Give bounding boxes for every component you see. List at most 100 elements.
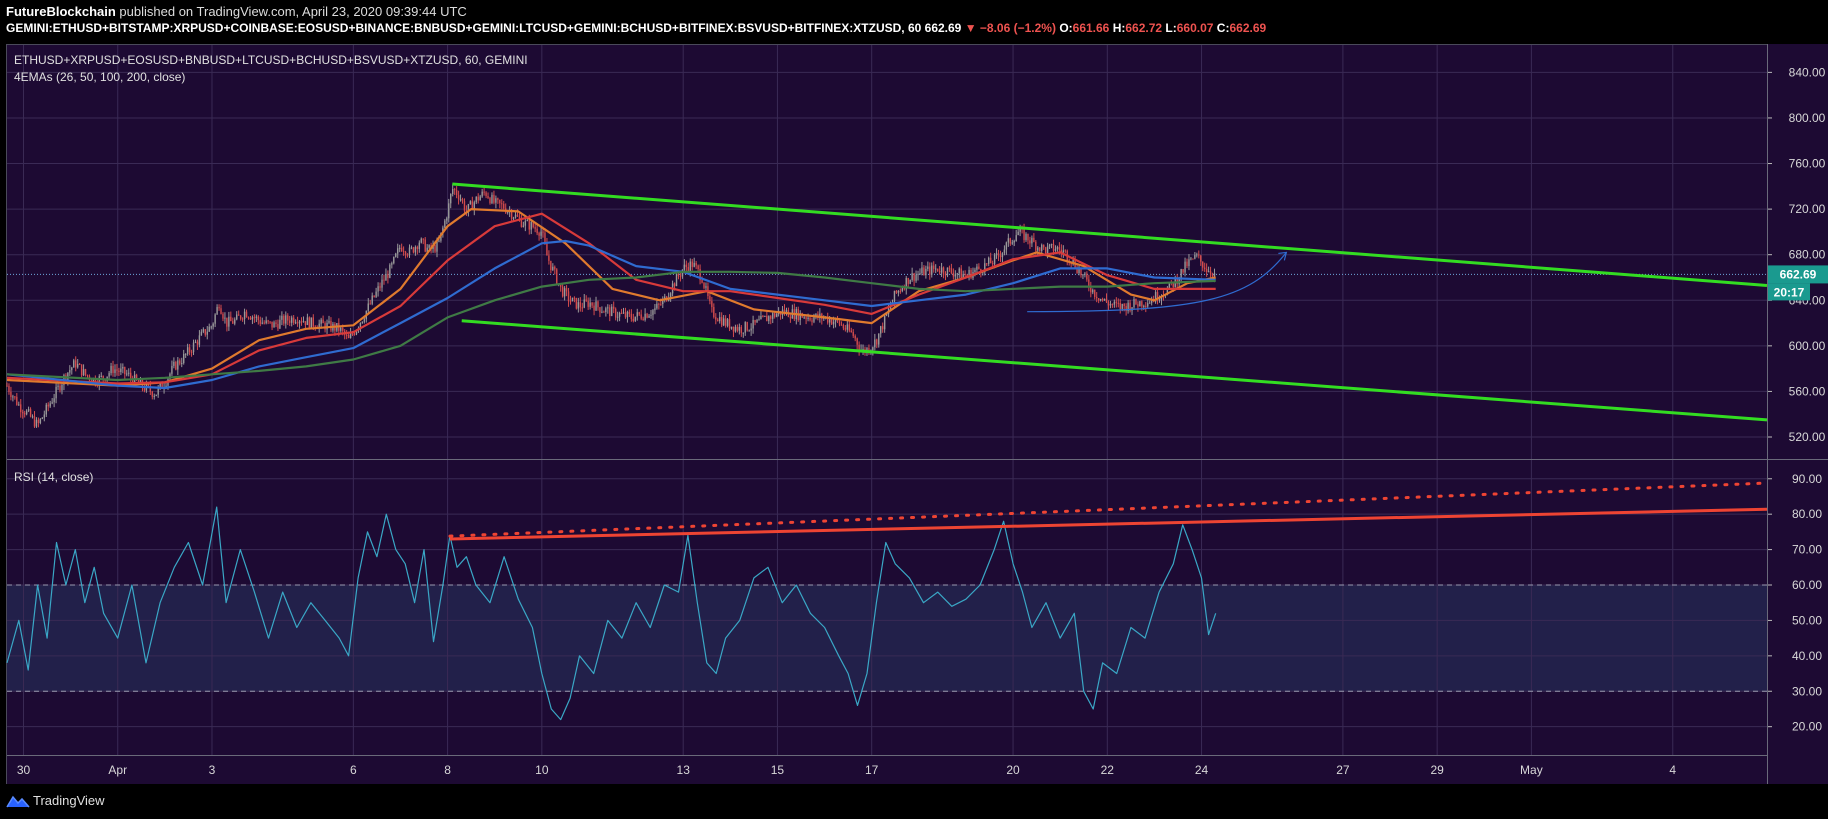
candle-body [501, 203, 503, 205]
candle-body [459, 199, 462, 201]
candle-body [444, 220, 446, 228]
candle-body [220, 308, 222, 314]
candle-body [764, 315, 766, 317]
candle-body [1133, 298, 1135, 308]
candle-body [907, 278, 909, 284]
price-pane-title: ETHUSD+XRPUSD+EOSUSD+BNBUSD+LTCUSD+BCHUS… [14, 53, 528, 67]
candle-body [35, 419, 38, 427]
candle-body [1050, 243, 1053, 245]
time-axis-bg [7, 755, 1767, 784]
candle-body [124, 367, 126, 375]
x-tick-label: 30 [17, 763, 31, 777]
candle-body [995, 253, 998, 255]
candle-body [552, 266, 554, 270]
candle-body [964, 274, 966, 276]
x-tick-label: 8 [444, 763, 451, 777]
candle-body [1009, 238, 1012, 244]
tradingview-logo-icon[interactable] [6, 793, 30, 809]
candle-body [1119, 302, 1121, 309]
chart-frame[interactable]: 30 Apr 3 6 8 10 13 15 17 20 22 24 27 29 May 4 520.00 560.… [0, 44, 1828, 784]
brand-name[interactable]: TradingView [33, 793, 105, 808]
candle-body [927, 266, 929, 269]
candle-body [224, 317, 226, 319]
candle-body [693, 262, 695, 267]
chart-svg[interactable]: 30 Apr 3 6 8 10 13 15 17 20 22 24 27 29 May 4 520.00 560.… [0, 44, 1828, 784]
candle-body [622, 312, 625, 314]
candle-body [754, 319, 756, 323]
candle-body [740, 327, 743, 333]
x-tick-label: 3 [209, 763, 216, 777]
candle-body [634, 316, 636, 322]
candle-body [968, 269, 970, 276]
candle-body [567, 291, 570, 302]
candle-body [658, 303, 660, 305]
candle-body [978, 266, 980, 270]
candle-body [1005, 242, 1008, 250]
candle-body [1042, 244, 1045, 248]
candle-body [206, 331, 208, 335]
candle-body [626, 311, 629, 318]
candle-body [181, 363, 183, 365]
candle-body [485, 192, 487, 196]
candle-body [275, 322, 277, 325]
last-price: 662.69 [924, 21, 962, 35]
candle-body [601, 311, 603, 313]
candle-body [129, 372, 132, 378]
candle-body [296, 322, 299, 324]
candle-body [1094, 289, 1096, 297]
candle-body [1103, 298, 1106, 301]
candle-body [1190, 258, 1192, 260]
candle-body [281, 315, 283, 320]
candle-body [942, 267, 945, 274]
candle-body [746, 322, 748, 331]
candle-body [387, 274, 389, 278]
candle-body [259, 320, 261, 324]
candle-body [1109, 304, 1112, 306]
price-tick-label: 520.00 [1789, 430, 1826, 444]
candle-body [283, 315, 285, 324]
candle-body [1107, 302, 1110, 306]
candle-body [363, 319, 366, 322]
candle-body [722, 318, 725, 326]
candle-body [1135, 298, 1137, 305]
candle-body [489, 198, 491, 204]
candle-body [624, 312, 627, 318]
candle-body [45, 404, 47, 415]
candle-body [198, 335, 201, 345]
candle-body [838, 320, 841, 325]
symbol-line: GEMINI:ETHUSD+BITSTAMP:XRPUSD+COINBASE:E… [6, 21, 922, 35]
candle-body [614, 308, 617, 318]
candle-body [263, 322, 265, 324]
candle-body [642, 318, 644, 320]
candle-body [234, 319, 236, 324]
candle-body [548, 255, 550, 261]
candle-body [393, 256, 395, 264]
candle-body [408, 247, 411, 256]
candle-body [208, 326, 210, 332]
candle-body [632, 318, 635, 322]
candle-body [1158, 299, 1161, 301]
candle-body [844, 328, 847, 330]
candle-body [850, 330, 852, 333]
header: FutureBlockchain published on TradingVie… [0, 0, 1828, 44]
candle-body [43, 414, 46, 418]
candle-body [846, 324, 849, 330]
candle-body [1064, 250, 1066, 252]
candle-body [33, 416, 36, 427]
candle-body [748, 330, 750, 332]
candle-body [730, 326, 733, 329]
candle-body [253, 317, 256, 319]
candle-body [298, 321, 301, 324]
candle-body [179, 360, 181, 364]
candle-body [73, 360, 75, 368]
candle-body [273, 322, 275, 328]
candle-body [936, 268, 939, 271]
author-name[interactable]: FutureBlockchain [6, 4, 116, 19]
candle-body [67, 372, 69, 380]
candle-body [271, 321, 273, 328]
candle-body [1080, 269, 1082, 276]
candle-body [1213, 273, 1216, 277]
candle-body [717, 319, 719, 322]
candle-body [1147, 303, 1149, 307]
candle-body [556, 269, 558, 285]
